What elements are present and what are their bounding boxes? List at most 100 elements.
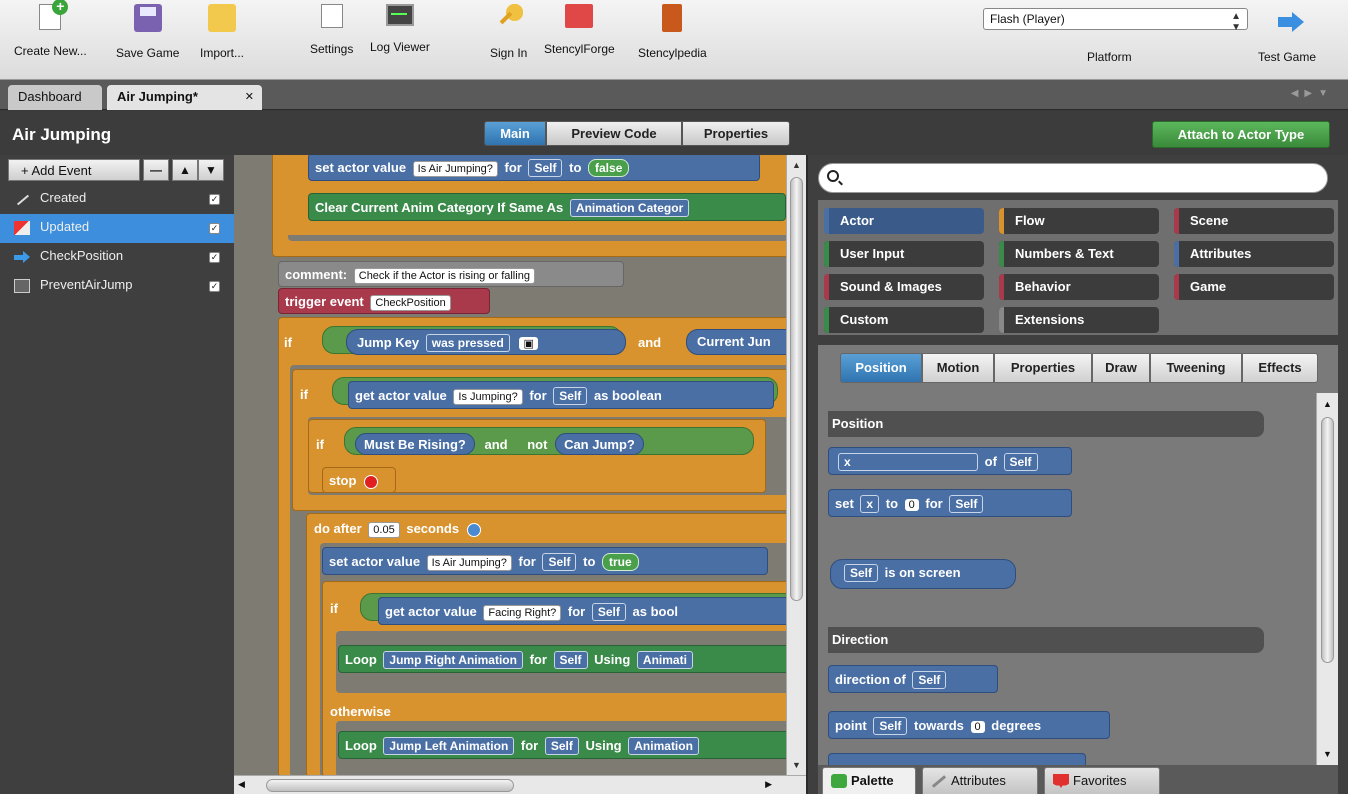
test-game-button[interactable]: Test Game — [1258, 50, 1316, 64]
clear-anim-category-block[interactable]: Clear Current Anim Category If Same As A… — [308, 193, 786, 221]
actor-dropdown[interactable]: Self — [542, 553, 577, 571]
scroll-down-icon[interactable]: ▼ — [1323, 749, 1332, 759]
partial-block[interactable] — [828, 753, 1086, 765]
tab-air-jumping[interactable]: Air Jumping* ✕ — [107, 85, 262, 110]
stop-block[interactable]: stop — [322, 467, 396, 493]
subtab-effects[interactable]: Effects — [1242, 353, 1318, 383]
stencylforge-button[interactable]: StencylForge — [544, 4, 615, 56]
point-towards-block[interactable]: point Self towards 0 degrees — [828, 711, 1110, 739]
add-event-button[interactable]: + Add Event — [8, 159, 140, 181]
canvas-horizontal-scrollbar[interactable]: ◀ ▶ — [234, 775, 806, 794]
direction-of-block[interactable]: direction of Self — [828, 665, 998, 693]
enabled-checkbox[interactable]: ✓ — [209, 281, 220, 292]
scroll-thumb[interactable] — [790, 177, 803, 601]
stencylpedia-button[interactable]: Stencylpedia — [638, 4, 707, 60]
canvas-vertical-scrollbar[interactable]: ▲ ▼ — [786, 155, 806, 775]
actor-dropdown[interactable]: Self — [553, 387, 588, 405]
category-extensions[interactable]: Extensions — [999, 307, 1159, 333]
animation-slot[interactable]: Animati — [636, 651, 693, 669]
event-item-updated[interactable]: Updated ✓ — [0, 214, 234, 243]
scroll-up-icon[interactable]: ▲ — [1323, 399, 1332, 409]
import-button[interactable]: Import... — [200, 4, 244, 60]
set-position-block[interactable]: set x to 0 for Self — [828, 489, 1072, 517]
boolean-value[interactable]: true — [602, 553, 639, 571]
tab-dashboard[interactable]: Dashboard — [8, 85, 102, 110]
boolean-value[interactable]: false — [588, 159, 630, 177]
tab-navigation-icons[interactable]: ◀▶▼ — [1291, 88, 1334, 99]
subtab-tweening[interactable]: Tweening — [1150, 353, 1242, 383]
is-on-screen-block[interactable]: Self is on screen — [830, 559, 1016, 589]
actor-dropdown[interactable]: Self — [528, 159, 563, 177]
tab-attributes[interactable]: Attributes — [922, 767, 1038, 794]
category-attributes[interactable]: Attributes — [1174, 241, 1334, 267]
block-canvas[interactable]: set actor value Is Air Jumping? for Self… — [234, 155, 806, 794]
number-field[interactable]: 0 — [970, 721, 985, 733]
platform-select[interactable]: Flash (Player) ▲ ▼ — [983, 8, 1248, 33]
event-item-preventairjump[interactable]: PreventAirJump ✓ — [0, 272, 234, 301]
scroll-right-icon[interactable]: ▶ — [765, 779, 772, 790]
palette-vertical-scrollbar[interactable]: ▲ ▼ — [1316, 393, 1338, 765]
event-item-checkposition[interactable]: CheckPosition ✓ — [0, 243, 234, 272]
animation-slot[interactable]: Jump Left Animation — [383, 737, 515, 755]
trigger-event-block[interactable]: trigger event CheckPosition — [278, 288, 490, 314]
enabled-checkbox[interactable]: ✓ — [209, 194, 220, 205]
mode-main-button[interactable]: Main — [484, 121, 546, 146]
can-jump-block[interactable]: Can Jump? — [555, 433, 644, 455]
actor-dropdown[interactable]: Self — [553, 651, 588, 669]
sign-in-button[interactable]: Sign In — [490, 4, 527, 60]
comment-block[interactable]: comment: Check if the Actor is rising or… — [278, 261, 624, 287]
attribute-dropdown[interactable]: Facing Right? — [483, 605, 562, 621]
category-game[interactable]: Game — [1174, 274, 1334, 300]
actor-dropdown[interactable]: Self — [544, 737, 579, 755]
loop-jump-left-block[interactable]: Loop Jump Left Animation for Self Using … — [338, 731, 786, 759]
scroll-thumb[interactable] — [266, 779, 514, 792]
log-viewer-button[interactable]: Log Viewer — [370, 4, 430, 54]
key-checkbox[interactable]: ▣ — [519, 337, 538, 350]
category-behavior[interactable]: Behavior — [999, 274, 1159, 300]
event-name-dropdown[interactable]: CheckPosition — [370, 295, 451, 311]
and-not-condition[interactable]: Must Be Rising? and not Can Jump? — [344, 427, 754, 455]
comment-text-field[interactable]: Check if the Actor is rising or falling — [353, 268, 535, 284]
attribute-dropdown[interactable]: Is Air Jumping? — [412, 161, 498, 177]
current-jump-block[interactable]: Current Jun — [686, 329, 786, 355]
actor-dropdown[interactable]: Self — [1003, 453, 1038, 471]
set-actor-value-block[interactable]: set actor value Is Air Jumping? for Self… — [322, 547, 768, 575]
get-actor-value-block[interactable]: get actor value Facing Right? for Self a… — [378, 597, 786, 625]
animation-category-slot[interactable]: Animation Categor — [569, 199, 690, 217]
loop-jump-right-block[interactable]: Loop Jump Right Animation for Self Using… — [338, 645, 786, 673]
animation-slot[interactable]: Jump Right Animation — [383, 651, 523, 669]
subtab-draw[interactable]: Draw — [1092, 353, 1150, 383]
category-user-input[interactable]: User Input — [824, 241, 984, 267]
category-custom[interactable]: Custom — [824, 307, 984, 333]
subtab-properties[interactable]: Properties — [994, 353, 1092, 383]
scroll-down-icon[interactable]: ▼ — [792, 760, 801, 770]
tab-palette[interactable]: Palette — [822, 767, 916, 794]
attribute-dropdown[interactable]: Is Air Jumping? — [426, 555, 512, 571]
actor-dropdown[interactable]: Self — [844, 564, 879, 582]
set-actor-value-block[interactable]: set actor value Is Air Jumping? for Self… — [308, 155, 760, 181]
actor-dropdown[interactable]: Self — [949, 495, 984, 513]
mode-properties-button[interactable]: Properties — [682, 121, 790, 146]
key-state-dropdown[interactable]: was pressed — [425, 334, 510, 352]
category-numbers-text[interactable]: Numbers & Text — [999, 241, 1159, 267]
coordinate-dropdown[interactable]: x — [838, 453, 978, 471]
attach-to-actor-type-button[interactable]: Attach to Actor Type — [1152, 121, 1330, 148]
move-down-icon[interactable]: ▼ — [198, 159, 224, 181]
subtab-position[interactable]: Position — [840, 353, 922, 383]
actor-dropdown[interactable]: Self — [873, 717, 908, 735]
category-flow[interactable]: Flow — [999, 208, 1159, 234]
mode-preview-code-button[interactable]: Preview Code — [546, 121, 682, 146]
enabled-checkbox[interactable]: ✓ — [209, 252, 220, 263]
test-game-arrow-icon[interactable] — [1276, 8, 1304, 36]
jump-key-pressed-block[interactable]: Jump Key was pressed ▣ — [346, 329, 626, 355]
x-of-actor-block[interactable]: x of Self — [828, 447, 1072, 475]
category-scene[interactable]: Scene — [1174, 208, 1334, 234]
settings-button[interactable]: Settings — [310, 4, 353, 56]
save-game-button[interactable]: Save Game — [116, 4, 179, 60]
category-actor[interactable]: Actor — [824, 208, 984, 234]
move-up-icon[interactable]: ▲ — [172, 159, 198, 181]
get-actor-value-block[interactable]: get actor value Is Jumping? for Self as … — [348, 381, 774, 409]
scroll-thumb[interactable] — [1321, 417, 1334, 663]
close-tab-icon[interactable]: ✕ — [245, 90, 254, 103]
number-field[interactable]: 0 — [904, 499, 919, 511]
